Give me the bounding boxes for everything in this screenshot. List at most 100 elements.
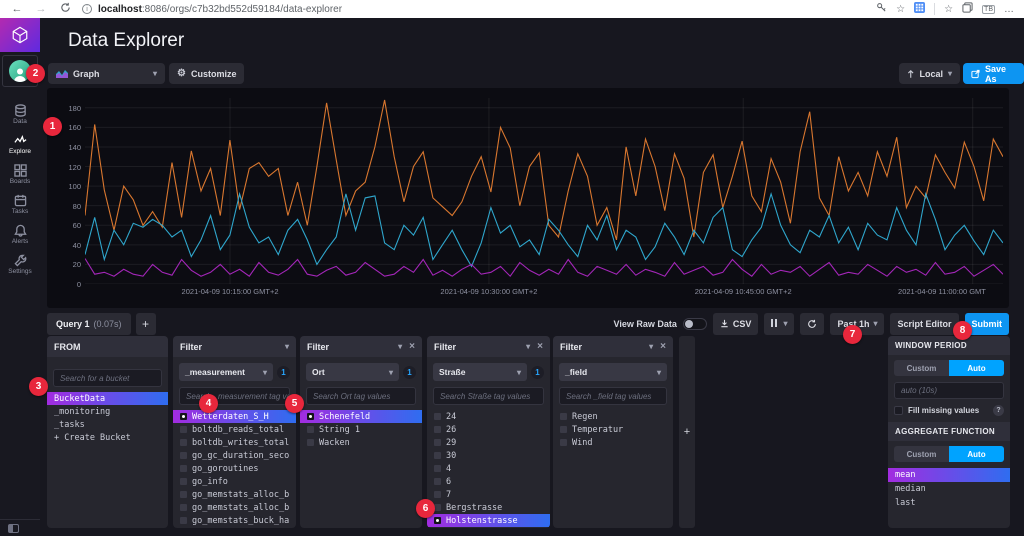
sidebar-item-explore[interactable]: Explore bbox=[0, 129, 40, 159]
chevron-down-icon[interactable]: ▾ bbox=[398, 342, 402, 351]
list-item[interactable]: BucketData bbox=[47, 392, 168, 405]
aggregate-custom-button[interactable]: Custom bbox=[894, 446, 949, 462]
list-item[interactable]: 6 bbox=[427, 475, 550, 488]
collections-icon[interactable] bbox=[962, 2, 973, 16]
list-item-label: go_gc_duration_seconds bbox=[192, 450, 289, 461]
csv-button[interactable]: CSV bbox=[712, 312, 759, 335]
list-item[interactable]: Wacken bbox=[300, 436, 422, 449]
y-tick-label: 140 bbox=[68, 142, 81, 152]
chevron-down-icon[interactable]: ▾ bbox=[285, 342, 289, 351]
favorites-settings-icon[interactable]: ☆ bbox=[896, 4, 905, 15]
add-filter-button[interactable]: + bbox=[679, 336, 695, 528]
sidebar-item-boards[interactable]: Boards bbox=[0, 159, 40, 189]
password-key-icon[interactable] bbox=[876, 2, 887, 16]
list-item-label: _tasks bbox=[54, 419, 85, 430]
more-menu-icon[interactable]: … bbox=[1004, 4, 1014, 15]
view-type-dropdown[interactable]: Graph ▾ bbox=[48, 63, 165, 84]
list-item[interactable]: Bergstrasse bbox=[427, 501, 550, 514]
site-info-icon[interactable]: i bbox=[82, 4, 92, 14]
list-item[interactable]: 30 bbox=[427, 449, 550, 462]
sidebar-item-tasks[interactable]: Tasks bbox=[0, 189, 40, 219]
checkbox bbox=[560, 426, 567, 433]
sidebar-item-settings[interactable]: Settings bbox=[0, 249, 40, 279]
chevron-down-icon[interactable]: ▾ bbox=[649, 342, 653, 351]
bucket-search-input[interactable]: Search for a bucket bbox=[53, 369, 162, 387]
fill-missing-label: Fill missing values bbox=[908, 406, 980, 415]
back-icon[interactable]: ← bbox=[10, 3, 24, 15]
tag-key-dropdown[interactable]: _measurement ▾ bbox=[179, 363, 273, 381]
help-icon[interactable]: ? bbox=[993, 405, 1004, 416]
tag-key-dropdown[interactable]: Straße ▾ bbox=[433, 363, 527, 381]
list-item[interactable]: last bbox=[888, 496, 1010, 510]
pause-dropdown-button[interactable]: ▾ bbox=[764, 312, 795, 335]
chevron-down-icon[interactable]: ▾ bbox=[526, 342, 530, 351]
window-period-input[interactable]: auto (10s) bbox=[894, 382, 1004, 399]
window-auto-button[interactable]: Auto bbox=[949, 360, 1004, 376]
list-item[interactable]: Schenefeld bbox=[300, 410, 422, 423]
x-tick-label: 2021-04-09 11:00:00 GMT bbox=[898, 287, 986, 296]
tag-key-dropdown[interactable]: _field ▾ bbox=[559, 363, 667, 381]
time-series-chart[interactable] bbox=[85, 98, 1003, 284]
list-item[interactable]: _monitoring bbox=[47, 405, 168, 418]
window-custom-button[interactable]: Custom bbox=[894, 360, 949, 376]
tag-value-search-input[interactable]: Search Straße tag values bbox=[433, 387, 544, 405]
tag-key-dropdown[interactable]: Ort ▾ bbox=[306, 363, 399, 381]
list-item[interactable]: median bbox=[888, 482, 1010, 496]
extension-icon[interactable]: TB bbox=[982, 4, 995, 14]
close-icon[interactable]: × bbox=[660, 341, 666, 352]
list-item[interactable]: 4 bbox=[427, 462, 550, 475]
aggregate-auto-button[interactable]: Auto bbox=[949, 446, 1004, 462]
tag-value-search-input[interactable]: Search _field tag values bbox=[559, 387, 667, 405]
list-item[interactable]: + Create Bucket bbox=[47, 431, 168, 444]
list-item[interactable]: 7 bbox=[427, 488, 550, 501]
url-host: localhost bbox=[98, 3, 142, 15]
refresh-button[interactable] bbox=[800, 312, 825, 335]
view-raw-data-toggle[interactable] bbox=[682, 317, 707, 330]
list-item[interactable]: Temperatur bbox=[553, 423, 673, 436]
bucket-list: BucketData _monitoring _tasks + Create Buck… bbox=[47, 392, 168, 528]
apps-grid-icon[interactable] bbox=[914, 2, 926, 16]
list-item[interactable]: go_memstats_alloc_bytes_t… bbox=[173, 501, 296, 514]
list-item[interactable]: 26 bbox=[427, 423, 550, 436]
add-query-button[interactable]: + bbox=[135, 312, 156, 335]
sidebar-item-alerts[interactable]: Alerts bbox=[0, 219, 40, 249]
list-item[interactable]: Wetterdaten_S_H bbox=[173, 410, 296, 423]
list-item[interactable]: go_gc_duration_seconds bbox=[173, 449, 296, 462]
close-icon[interactable]: × bbox=[409, 341, 415, 352]
list-item[interactable]: boltdb_reads_total bbox=[173, 423, 296, 436]
save-as-button[interactable]: Save As bbox=[963, 63, 1024, 84]
gear-icon: ⚙ bbox=[177, 68, 186, 79]
address-bar[interactable]: i localhost:8086/orgs/c7b32bd552d59184/d… bbox=[82, 4, 866, 15]
filter-panel-field: Filter ▾ × _field ▾ Search _field tag va… bbox=[553, 336, 673, 528]
list-item-label: _monitoring bbox=[54, 406, 111, 417]
list-item[interactable]: go_memstats_alloc_bytes bbox=[173, 488, 296, 501]
list-item[interactable]: Wind bbox=[553, 436, 673, 449]
list-item[interactable]: 29 bbox=[427, 436, 550, 449]
fill-missing-checkbox[interactable] bbox=[894, 406, 903, 415]
list-item[interactable]: String 1 bbox=[300, 423, 422, 436]
close-icon[interactable]: × bbox=[537, 341, 543, 352]
customize-button[interactable]: ⚙ Customize bbox=[169, 63, 245, 84]
timezone-dropdown[interactable]: Local ▾ bbox=[899, 63, 960, 84]
influxdb-logo[interactable] bbox=[0, 18, 40, 52]
tag-value-search-input[interactable]: Search Ort tag values bbox=[306, 387, 416, 405]
list-item[interactable]: _tasks bbox=[47, 418, 168, 431]
sidebar-item-data[interactable]: Data bbox=[0, 99, 40, 129]
script-editor-button[interactable]: Script Editor bbox=[890, 312, 959, 335]
refresh-icon[interactable] bbox=[58, 2, 72, 16]
list-item[interactable]: Regen bbox=[553, 410, 673, 423]
list-item[interactable]: go_memstats_buck_hash_sys… bbox=[173, 514, 296, 527]
favorites-star-icon[interactable]: ☆ bbox=[944, 4, 953, 15]
list-item[interactable]: String 2 bbox=[427, 527, 550, 528]
query-tab[interactable]: Query 1 (0.07s) bbox=[47, 312, 131, 335]
list-item[interactable]: 24 bbox=[427, 410, 550, 423]
checkbox bbox=[434, 465, 441, 472]
list-item[interactable]: go_goroutines bbox=[173, 462, 296, 475]
list-item[interactable]: boltdb_writes_total bbox=[173, 436, 296, 449]
list-item[interactable]: go_info bbox=[173, 475, 296, 488]
list-item[interactable]: Holstenstrasse bbox=[427, 514, 550, 527]
collapse-sidebar-icon[interactable] bbox=[8, 524, 19, 533]
tag-value-search-input[interactable]: Search _measurement tag va bbox=[179, 387, 290, 405]
list-item[interactable]: go_memstats_frees_total bbox=[173, 527, 296, 528]
list-item[interactable]: mean bbox=[888, 468, 1010, 482]
